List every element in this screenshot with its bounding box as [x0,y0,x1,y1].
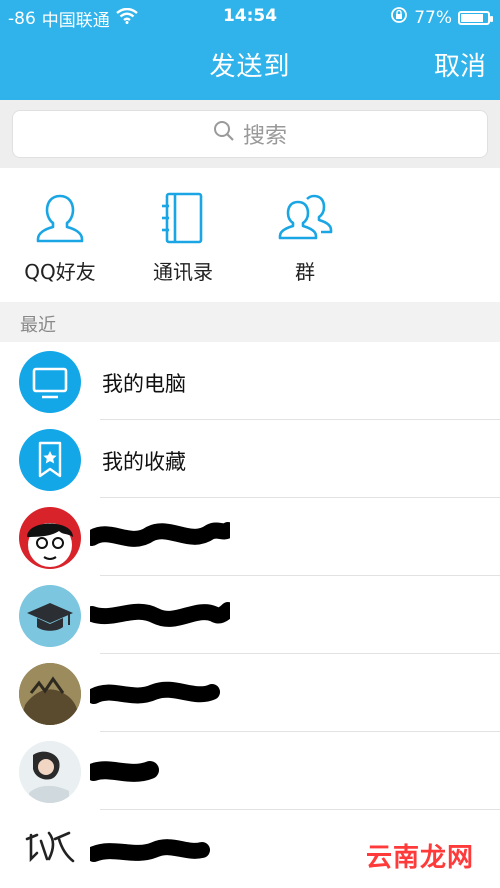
search-bar: 搜索 [0,100,500,168]
quick-action-qq-friends[interactable]: QQ好友 [5,190,115,285]
list-item-name: 我的收藏 [102,450,186,474]
rotation-lock-icon [390,6,408,29]
computer-icon [19,351,81,413]
quick-action-label: 群 [295,260,315,284]
quick-action-label: 通讯录 [153,260,213,284]
recent-section-header: 最近 [0,302,500,342]
list-item-contact[interactable] [0,732,500,810]
photo-avatar [19,663,81,725]
list-item-my-computer[interactable]: 我的电脑 [0,342,500,420]
redacted-name [90,681,220,704]
battery-icon [458,10,493,25]
status-right: 77% [390,6,493,29]
bookmark-star-icon [19,429,81,491]
recent-list: 我的电脑 我的收藏 [0,342,500,888]
redacted-name [90,522,230,547]
redacted-name [90,602,230,627]
calligraphy-avatar [19,819,81,881]
recent-section-label: 最近 [20,315,56,336]
group-icon [278,194,333,240]
search-input[interactable]: 搜索 [12,110,488,158]
redacted-name [90,761,159,782]
photo-avatar [19,741,81,803]
quick-action-label: QQ好友 [24,260,96,284]
search-placeholder: 搜索 [242,124,287,149]
graduation-cap-avatar [19,585,81,647]
cancel-button[interactable]: 取消 [434,46,486,83]
quick-action-groups[interactable]: 群 [250,190,360,285]
page-title: 发送到 [209,52,291,82]
list-item-contact[interactable] [0,654,500,732]
address-book-icon [162,192,203,244]
list-item-name: 我的电脑 [102,372,186,396]
battery-percent: 77% [414,7,452,28]
watermark-logo: 云南龙网 [365,843,474,873]
search-icon [213,120,235,148]
quick-action-contacts[interactable]: 通讯录 [128,190,238,285]
quick-actions: QQ好友 通讯录 群 [0,168,500,302]
person-icon [36,194,84,243]
battery-fill [461,13,483,22]
app-header: -86 中国联通 14:54 77% 发送到 取消 [0,0,500,100]
redacted-name [90,839,210,862]
contact-avatar [19,507,81,569]
list-item-my-favorites[interactable]: 我的收藏 [0,420,500,498]
list-item-contact[interactable] [0,576,500,654]
list-item-contact[interactable] [0,498,500,576]
status-bar: -86 中国联通 14:54 77% [0,0,500,34]
